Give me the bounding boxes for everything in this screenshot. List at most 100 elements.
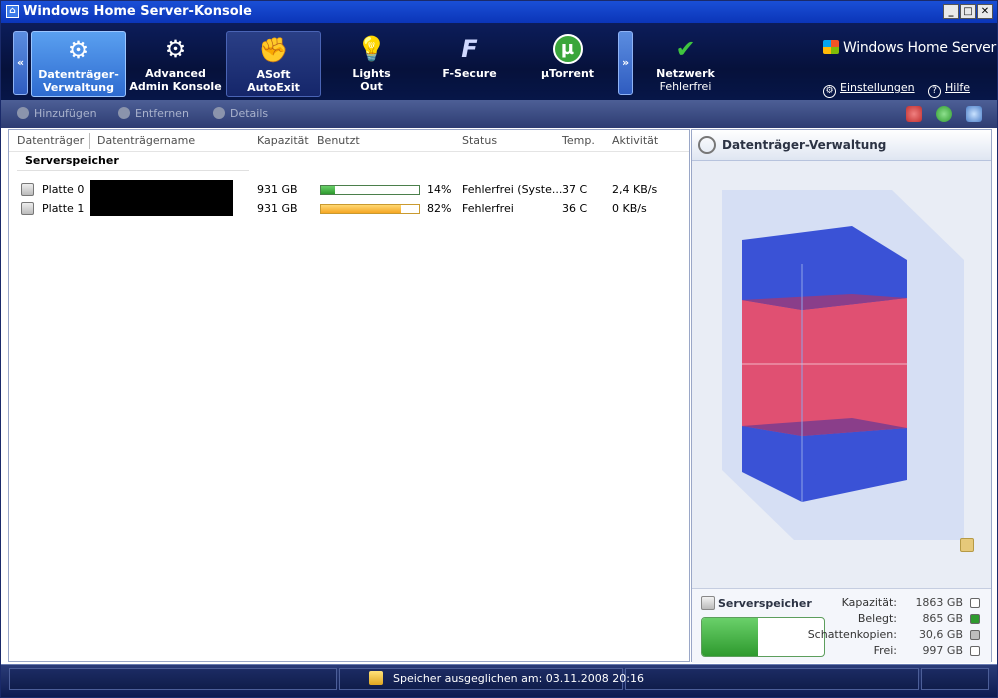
- tab-label: Out: [360, 80, 383, 93]
- tab-label: Datenträger-: [38, 68, 119, 81]
- tab-ribbon: « ⚙ Datenträger- Verwaltung ⚙ Advanced A…: [1, 23, 997, 100]
- legend-free: Frei: 997 GB: [811, 644, 981, 658]
- tab-label: Admin Konsole: [129, 80, 222, 93]
- column-header: Datenträger Datenträgername Kapazität Be…: [9, 130, 689, 152]
- disk-system-icon: [21, 183, 34, 196]
- tab-label: Netzwerk: [656, 67, 715, 80]
- col-temp[interactable]: Temp.: [562, 134, 595, 147]
- add-button[interactable]: Hinzufügen: [17, 107, 97, 120]
- title-bar: ⌂ Windows Home Server-Konsole _ □ ✕: [1, 1, 997, 23]
- admin-console-icon: ⚙: [164, 35, 187, 63]
- disk-status: Fehlerfrei (Syste...: [462, 183, 563, 196]
- disk-temp: 37 C: [562, 183, 588, 196]
- storage-cube-graphic: [722, 190, 964, 540]
- window-title: Windows Home Server-Konsole: [23, 4, 252, 19]
- legend-label: Frei:: [873, 644, 897, 657]
- table-row[interactable]: Platte 1 931 GB 82% Fehlerfrei 36 C 0 KB…: [9, 200, 689, 218]
- help-link[interactable]: ? Hilfe: [928, 81, 970, 98]
- details-panel: Datenträger-Verwaltung Serverspeicher Ka…: [691, 129, 992, 663]
- add-label: Hinzufügen: [34, 107, 97, 120]
- col-datentraegername[interactable]: Datenträgername: [97, 134, 195, 147]
- table-row[interactable]: Platte 0 931 GB 14% Fehlerfrei (Syste...…: [9, 181, 689, 199]
- legend-label: Schattenkopien:: [807, 628, 897, 641]
- help-label: Hilfe: [945, 81, 971, 94]
- shield-check-icon: ✔: [675, 35, 696, 63]
- tab-advanced-admin-konsole[interactable]: ⚙ Advanced Admin Konsole: [128, 31, 223, 97]
- legend-shadow-copies: Schattenkopien: 30,6 GB: [807, 628, 981, 642]
- status-bar: Speicher ausgeglichen am: 03.11.2008 20:…: [1, 664, 997, 697]
- storage-legend: Serverspeicher Kapazität: 1863 GB Belegt:…: [692, 588, 991, 663]
- legend-swatch: [970, 598, 980, 608]
- settings-label: Einstellungen: [840, 81, 915, 94]
- col-datentraeger[interactable]: Datenträger: [17, 134, 84, 147]
- status-segment: [921, 668, 989, 690]
- maximize-button[interactable]: □: [960, 4, 976, 19]
- legend-swatch: [970, 630, 980, 640]
- details-button[interactable]: Details: [213, 107, 268, 120]
- disk-settings-icon[interactable]: [906, 106, 922, 122]
- brand-text: Windows Home Server: [843, 40, 996, 56]
- panel-title: Datenträger-Verwaltung: [722, 138, 887, 152]
- legend-used: Belegt: 865 GB: [811, 612, 981, 626]
- col-aktivitaet[interactable]: Aktivität: [612, 134, 658, 147]
- tab-label: Lights: [352, 67, 391, 80]
- disk-temp: 36 C: [562, 202, 588, 215]
- col-benutzt[interactable]: Benutzt: [317, 134, 360, 147]
- windows-flag-icon: [823, 40, 839, 54]
- tab-f-secure[interactable]: F F-Secure: [422, 31, 517, 97]
- settings-link[interactable]: ⚙ Einstellungen: [823, 81, 915, 98]
- disk-activity: 2,4 KB/s: [612, 183, 658, 196]
- lock-icon: [960, 538, 974, 552]
- legend-label: Kapazität:: [841, 596, 897, 609]
- status-text: Speicher ausgeglichen am: 03.11.2008 20:…: [393, 672, 644, 685]
- close-button[interactable]: ✕: [977, 4, 993, 19]
- disk-used-percent: 82%: [427, 202, 452, 215]
- divider: [17, 170, 249, 171]
- group-header: Serverspeicher: [25, 154, 119, 167]
- scroll-right-button[interactable]: »: [618, 31, 633, 95]
- cube-used-red: [742, 298, 907, 436]
- details-label: Details: [230, 107, 269, 120]
- column-divider[interactable]: [89, 133, 90, 149]
- minimize-button[interactable]: _: [943, 4, 959, 19]
- disk-activity: 0 KB/s: [612, 202, 647, 215]
- storage-meter: [701, 617, 825, 657]
- toolbar: Hinzufügen Entfernen Details: [1, 100, 997, 128]
- storage-meter-fill: [702, 618, 759, 656]
- tab-label: Verwaltung: [43, 81, 114, 94]
- tab-lights-out[interactable]: 💡 Lights Out: [324, 31, 419, 97]
- disk-capacity: 931 GB: [257, 202, 298, 215]
- remove-button[interactable]: Entfernen: [118, 107, 189, 120]
- tab-label: F-Secure: [442, 67, 497, 80]
- f-secure-icon: F: [461, 35, 478, 63]
- legend-swatch: [970, 614, 980, 624]
- usage-bar-fill: [321, 205, 402, 213]
- remove-label: Entfernen: [135, 107, 189, 120]
- legend-value: 30,6 GB: [918, 628, 963, 641]
- tab-label: Advanced: [145, 67, 206, 80]
- disk-name: Platte 1: [42, 202, 85, 215]
- col-kapazitaet[interactable]: Kapazität: [257, 134, 309, 147]
- scroll-left-button[interactable]: «: [13, 31, 28, 95]
- tab-utorrent[interactable]: µ µTorrent: [520, 31, 615, 97]
- legend-swatch: [970, 646, 980, 656]
- tab-label: µTorrent: [540, 67, 595, 80]
- tab-netzwerk[interactable]: ✔ Netzwerk Fehlerfrei: [638, 31, 733, 97]
- panel-header: Datenträger-Verwaltung: [692, 130, 991, 161]
- details-icon: [213, 107, 225, 119]
- brand-logo: Windows Home Server: [823, 40, 996, 56]
- search-icon[interactable]: [966, 106, 982, 122]
- refresh-icon[interactable]: [936, 106, 952, 122]
- help-icon: ?: [928, 85, 941, 98]
- tab-label: AutoExit: [247, 81, 300, 94]
- legend-value: 865 GB: [922, 612, 963, 625]
- legend-value: 997 GB: [922, 644, 963, 657]
- col-status[interactable]: Status: [462, 134, 497, 147]
- home-server-icon: ⌂: [6, 5, 19, 18]
- legend-title: Serverspeicher: [718, 597, 812, 610]
- settings-icon: ⚙: [823, 85, 836, 98]
- tab-asoft-autoexit[interactable]: ✊ ASoft AutoExit: [226, 31, 321, 97]
- tab-datentraeger-verwaltung[interactable]: ⚙ Datenträger- Verwaltung: [31, 31, 126, 97]
- disk-used-percent: 14%: [427, 183, 452, 196]
- disk-status: Fehlerfrei: [462, 202, 514, 215]
